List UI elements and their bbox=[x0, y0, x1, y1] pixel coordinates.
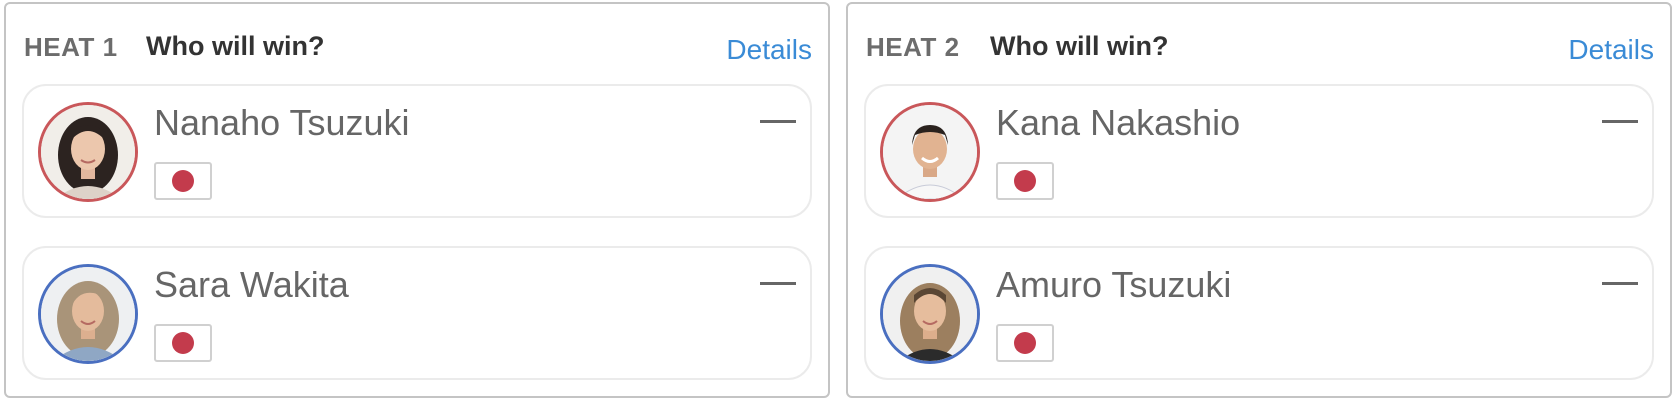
japan-flag-icon bbox=[996, 162, 1054, 200]
pick-indicator bbox=[1602, 282, 1638, 285]
japan-flag-icon bbox=[154, 324, 212, 362]
avatar bbox=[880, 264, 980, 364]
pick-indicator bbox=[760, 282, 796, 285]
flag-disc bbox=[172, 170, 194, 192]
flag-disc bbox=[1014, 332, 1036, 354]
heat-2-card: HEAT 2 Who will win? Details Kana Nakash… bbox=[846, 2, 1672, 398]
heat-header: HEAT 2 Who will win? Details bbox=[866, 28, 1654, 68]
surfer-option-kana-nakashio[interactable]: Kana Nakashio bbox=[864, 84, 1654, 218]
heat-label: HEAT 1 bbox=[24, 32, 118, 62]
surfer-photo bbox=[883, 105, 977, 199]
avatar bbox=[38, 102, 138, 202]
heat-question: Who will win? bbox=[146, 31, 325, 61]
pick-indicator bbox=[760, 120, 796, 123]
heat-label: HEAT 2 bbox=[866, 32, 960, 62]
japan-flag-icon bbox=[996, 324, 1054, 362]
pick-indicator bbox=[1602, 120, 1638, 123]
avatar bbox=[38, 264, 138, 364]
surfer-option-nanaho-tsuzuki[interactable]: Nanaho Tsuzuki bbox=[22, 84, 812, 218]
surfer-photo bbox=[41, 267, 135, 361]
surfer-option-sara-wakita[interactable]: Sara Wakita bbox=[22, 246, 812, 380]
flag-disc bbox=[172, 332, 194, 354]
surfer-name: Nanaho Tsuzuki bbox=[154, 102, 410, 143]
avatar bbox=[880, 102, 980, 202]
flag-disc bbox=[1014, 170, 1036, 192]
heat-question: Who will win? bbox=[990, 31, 1169, 61]
surfer-photo bbox=[41, 105, 135, 199]
heat-header: HEAT 1 Who will win? Details bbox=[24, 28, 812, 68]
details-link[interactable]: Details bbox=[1568, 34, 1654, 66]
surfer-photo bbox=[883, 267, 977, 361]
japan-flag-icon bbox=[154, 162, 212, 200]
surfer-name: Kana Nakashio bbox=[996, 102, 1241, 143]
surfer-name: Sara Wakita bbox=[154, 264, 349, 305]
heat-1-card: HEAT 1 Who will win? Details Nanaho Tsuz… bbox=[4, 2, 830, 398]
details-link[interactable]: Details bbox=[726, 34, 812, 66]
surfer-name: Amuro Tsuzuki bbox=[996, 264, 1232, 305]
surfer-option-amuro-tsuzuki[interactable]: Amuro Tsuzuki bbox=[864, 246, 1654, 380]
